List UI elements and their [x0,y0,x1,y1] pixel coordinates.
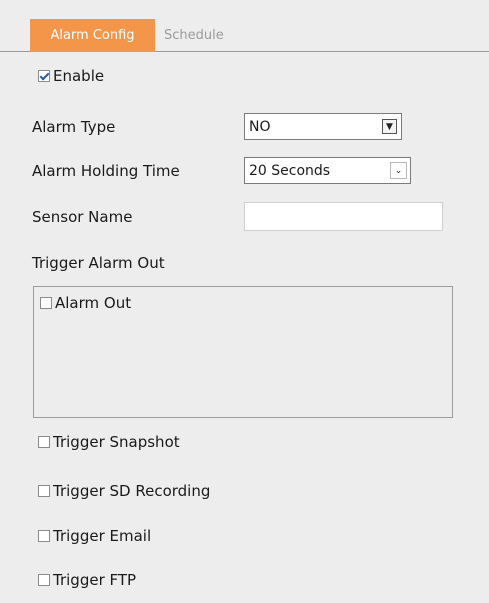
trigger-email-checkbox[interactable] [38,530,50,542]
alarm-type-value: NO [249,118,271,135]
trigger-email-row: Trigger Email [38,527,151,545]
trigger-ftp-label: Trigger FTP [53,571,137,589]
trigger-sd-recording-label: Trigger SD Recording [53,482,211,500]
trigger-ftp-checkbox[interactable] [38,574,50,586]
trigger-snapshot-checkbox[interactable] [38,436,50,448]
alarm-holding-time-select[interactable]: 20 Seconds ⌄ [244,157,411,184]
sensor-name-input[interactable] [244,202,443,231]
chevron-down-icon[interactable]: ▼ [382,119,397,134]
alarm-out-label: Alarm Out [55,294,132,312]
alarm-type-select[interactable]: NO ▼ [244,113,402,140]
tab-alarm-config[interactable]: Alarm Config [30,19,155,52]
enable-label: Enable [53,67,105,85]
trigger-ftp-row: Trigger FTP [38,571,136,589]
tab-bar: Alarm Config Schedule [0,0,489,52]
alarm-out-row: Alarm Out [40,294,131,312]
trigger-snapshot-label: Trigger Snapshot [53,433,180,451]
trigger-email-label: Trigger Email [53,527,152,545]
enable-checkbox[interactable] [38,70,50,82]
sensor-name-label: Sensor Name [32,208,133,226]
trigger-sd-recording-checkbox[interactable] [38,485,50,497]
alarm-holding-time-label: Alarm Holding Time [32,162,180,180]
alarm-type-label: Alarm Type [32,118,116,136]
tab-schedule[interactable]: Schedule [164,19,224,52]
trigger-sd-recording-row: Trigger SD Recording [38,482,210,500]
alarm-out-box: Alarm Out [33,286,453,418]
chevron-down-icon[interactable]: ⌄ [390,162,407,179]
alarm-holding-time-value: 20 Seconds [249,162,331,179]
trigger-alarm-out-label: Trigger Alarm Out [32,254,165,272]
alarm-out-checkbox[interactable] [40,297,52,309]
enable-row: Enable [38,67,104,85]
trigger-snapshot-row: Trigger Snapshot [38,433,180,451]
